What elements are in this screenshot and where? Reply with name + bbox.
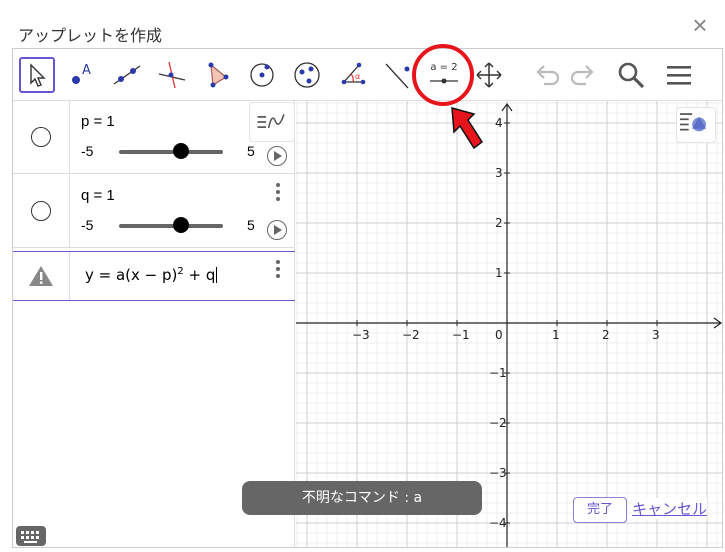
slider-track-q[interactable] xyxy=(119,224,223,228)
warning-icon xyxy=(29,266,53,286)
y-tick-label: 1 xyxy=(495,266,503,280)
error-toast: 不明なコマンド : a xyxy=(242,481,482,515)
keyboard-keys-glyph xyxy=(21,531,39,543)
visibility-toggle-p[interactable] xyxy=(13,101,70,173)
move-graphics-tool-button[interactable] xyxy=(471,57,507,93)
angle-tool-icon: α xyxy=(341,62,366,85)
close-icon[interactable]: × xyxy=(689,12,711,38)
x-tick-label: −2 xyxy=(402,328,420,342)
redo-button[interactable] xyxy=(565,57,601,93)
perpendicular-tool-button[interactable] xyxy=(154,57,190,93)
perpendicular-tool-icon xyxy=(158,61,186,89)
graphics-style-bar-button[interactable] xyxy=(676,107,716,143)
polygon-tool-button[interactable] xyxy=(199,57,235,93)
point-tool-button[interactable]: A xyxy=(64,57,100,93)
move-tool-icon xyxy=(30,63,46,87)
formula-suffix: + q xyxy=(183,266,216,284)
algebra-row-q[interactable]: q = 1 -5 5 xyxy=(13,175,295,248)
line-tool-button[interactable] xyxy=(109,57,145,93)
ellipse-tool-icon xyxy=(294,62,320,88)
x-tick-label: −1 xyxy=(452,328,470,342)
text-cursor xyxy=(216,267,218,283)
geogebra-applet: A α a = 2 p = 1 -5 5 q = 1 -5 5 y = a(x … xyxy=(12,48,723,548)
move-graphics-tool-icon xyxy=(476,62,502,88)
slider-knob-q[interactable] xyxy=(173,217,190,233)
formula-input[interactable]: y = a(x − p)2 + q xyxy=(85,266,218,284)
line-tool-icon xyxy=(113,65,141,85)
slider-label-q: q = 1 xyxy=(81,187,115,204)
marble-icon xyxy=(31,127,51,147)
slider-max-q: 5 xyxy=(247,217,255,233)
main-menu-button[interactable] xyxy=(661,57,697,93)
slider-knob-p[interactable] xyxy=(173,143,190,159)
keyboard-icon[interactable] xyxy=(16,526,46,546)
slider-tool-label: a = 2 xyxy=(430,62,458,73)
search-button[interactable] xyxy=(613,57,649,93)
dialog-title: アップレットを作成 xyxy=(18,26,163,45)
x-tick-label: 1 xyxy=(552,328,560,342)
graphics-view-icon xyxy=(680,113,706,132)
angle-tool-button[interactable]: α xyxy=(334,57,370,93)
y-tick-label: −2 xyxy=(489,416,507,430)
svg-text:A: A xyxy=(82,63,91,78)
y-tick-label: 3 xyxy=(495,166,503,180)
algebra-input-row[interactable]: y = a(x − p)2 + q xyxy=(13,251,295,301)
marble-icon xyxy=(31,201,51,221)
slider-min-p: -5 xyxy=(81,143,94,159)
slider-label-p: p = 1 xyxy=(81,113,115,130)
svg-text:α: α xyxy=(355,72,360,81)
slider-max-p: 5 xyxy=(247,143,255,159)
x-tick-label: −3 xyxy=(352,328,370,342)
input-status-cell xyxy=(13,252,70,300)
x-tick-label: 0 xyxy=(495,328,503,342)
play-icon[interactable] xyxy=(267,220,287,240)
more-options-icon[interactable] xyxy=(275,260,281,280)
reflect-tool-icon xyxy=(385,63,410,89)
menu-icon xyxy=(667,66,691,85)
y-tick-label: 2 xyxy=(495,216,503,230)
ellipse-tool-button[interactable] xyxy=(289,57,325,93)
y-tick-label: −3 xyxy=(489,466,507,480)
more-options-icon[interactable] xyxy=(275,183,281,203)
point-tool-icon: A xyxy=(72,63,91,84)
x-tick-label: 3 xyxy=(652,328,660,342)
slider-tool-button[interactable]: a = 2 xyxy=(424,57,464,93)
algebra-row-p[interactable]: p = 1 -5 5 xyxy=(13,101,295,174)
y-tick-label: −4 xyxy=(489,516,507,530)
toolbar: A α a = 2 xyxy=(13,49,722,101)
undo-button[interactable] xyxy=(529,57,565,93)
redo-icon xyxy=(570,65,594,86)
y-tick-label: −1 xyxy=(489,366,507,380)
formula-prefix: y = a(x − p) xyxy=(85,266,178,284)
y-tick-label: 4 xyxy=(495,116,503,130)
play-icon[interactable] xyxy=(267,146,287,166)
circle-tool-button[interactable] xyxy=(244,57,280,93)
move-tool-button[interactable] xyxy=(19,57,55,93)
circle-tool-icon xyxy=(250,63,274,87)
visibility-toggle-q[interactable] xyxy=(13,175,70,247)
polygon-tool-icon xyxy=(208,62,229,88)
cancel-button[interactable]: キャンセル xyxy=(632,498,708,519)
done-button[interactable]: 完了 xyxy=(573,497,627,523)
reflect-tool-button[interactable] xyxy=(379,57,415,93)
slider-min-q: -5 xyxy=(81,217,94,233)
create-applet-dialog: アップレットを作成 × A α a = 2 p = 1 -5 5 q = 1 -… xyxy=(0,0,725,552)
search-icon xyxy=(618,62,645,89)
slider-track-p[interactable] xyxy=(119,150,223,154)
x-tick-label: 2 xyxy=(602,328,610,342)
undo-icon xyxy=(536,65,560,86)
